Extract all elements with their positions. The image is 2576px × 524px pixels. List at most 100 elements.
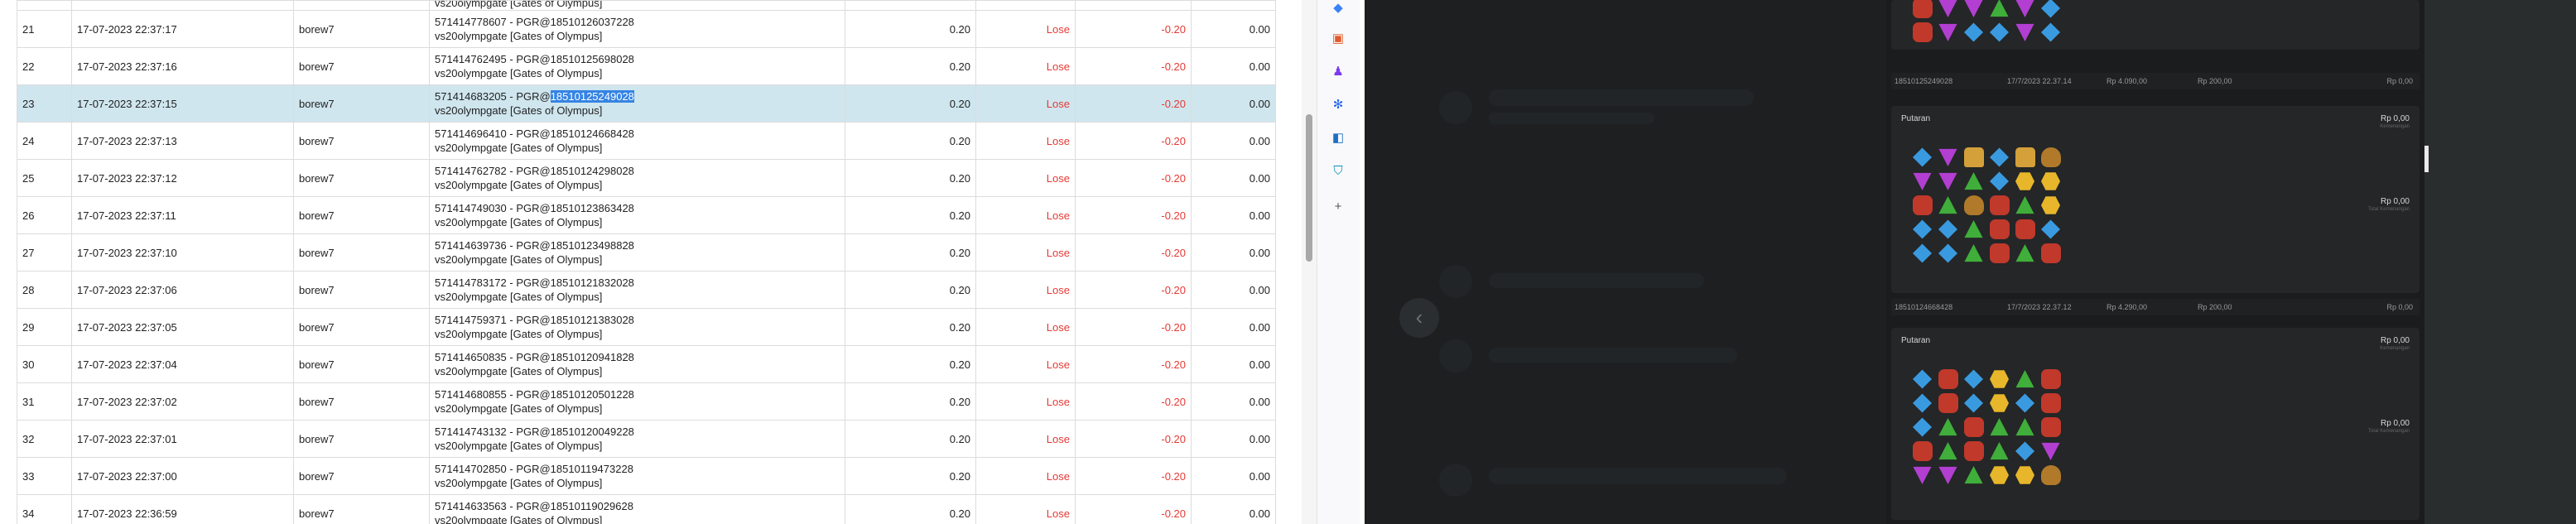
person-icon[interactable]: ♟	[1330, 64, 1346, 80]
history-row[interactable]: 18510124668428 17/7/2023 22.37.12 Rp 4.2…	[1891, 299, 2420, 315]
symbol-cell	[1935, 464, 1961, 488]
table-row[interactable]: 33 17-07-2023 22:37:00 borew7 571414702850 …	[17, 457, 1276, 495]
table-row[interactable]: vs20olympgate [Gates of Olympus]	[17, 0, 1276, 11]
gem-oct-icon	[1938, 369, 1958, 389]
add-icon[interactable]: +	[1330, 199, 1346, 215]
ghost-avatar	[1439, 91, 1472, 124]
table-row[interactable]: 29 17-07-2023 22:37:05 borew7 571414759371 …	[17, 308, 1276, 346]
ghost-line	[1489, 89, 1754, 106]
symbol-cell	[2038, 146, 2063, 170]
gem-hex-icon	[2015, 172, 2035, 190]
game-name: vs20olympgate [Gates of Olympus]	[435, 440, 603, 452]
shopping-icon[interactable]: ⛉	[1330, 163, 1346, 180]
game-name: vs20olympgate [Gates of Olympus]	[435, 0, 603, 10]
symbol-cell	[1986, 392, 2012, 416]
symbol-cell	[1986, 440, 2012, 464]
ghost-line	[1489, 348, 1737, 363]
card-amount-sub: Kemenangan	[2380, 346, 2410, 351]
gem-cup-icon	[2040, 465, 2061, 485]
gem-tri-icon	[2015, 195, 2034, 214]
cell-user: borew7	[293, 271, 430, 309]
table-row[interactable]: 25 17-07-2023 22:37:12 borew7 571414762782 …	[17, 159, 1276, 197]
table-row[interactable]: 26 17-07-2023 22:37:11 borew7 571414749030 …	[17, 196, 1276, 234]
gem-tri-icon	[1938, 417, 1957, 436]
symbol-cell	[1935, 146, 1961, 170]
gem-dia-icon	[1963, 393, 1984, 413]
cell-no	[17, 0, 72, 11]
cell-result: Lose	[975, 345, 1076, 383]
symbol-cell	[1935, 21, 1961, 45]
toolbox-icon[interactable]: ▣	[1330, 31, 1346, 47]
table-scrollbar[interactable]	[1302, 0, 1317, 524]
previous-arrow-icon[interactable]: ‹	[1399, 298, 1439, 338]
cell-bet: 0.20	[845, 494, 976, 524]
symbol-cell	[1961, 464, 1986, 488]
cell-result: Lose	[975, 159, 1076, 197]
round-win: Rp 0,00	[2386, 303, 2413, 311]
gem-vtri-icon	[1913, 466, 1932, 485]
history-row[interactable]: 18510125249028 17/7/2023 22.37.14 Rp 4.0…	[1891, 73, 2420, 89]
cell-date: 17-07-2023 22:37:12	[71, 159, 294, 197]
reference-id: 571414633563 - PGR@18510119029628	[435, 500, 633, 512]
card-total-sub: Total Kemenangan	[2367, 207, 2410, 212]
symbol-cell	[1909, 242, 1935, 266]
cell-bet: 0.20	[845, 308, 976, 346]
gem-dia-icon	[1912, 147, 1933, 167]
symbol-cell	[2012, 416, 2038, 440]
cell-date: 17-07-2023 22:36:59	[71, 494, 294, 524]
gem-tri-icon	[1990, 441, 2009, 460]
cell-date: 17-07-2023 22:37:15	[71, 84, 294, 123]
table-row[interactable]: 24 17-07-2023 22:37:13 borew7 571414696410 …	[17, 122, 1276, 160]
symbol-cell	[1961, 170, 1986, 194]
gem-crn-icon	[2015, 147, 2035, 167]
cell-reference: 571414650835 - PGR@18510120941828 vs20oly…	[429, 345, 845, 383]
cell-no: 32	[17, 420, 72, 458]
table-row[interactable]: 32 17-07-2023 22:37:01 borew7 571414743132 …	[17, 420, 1276, 458]
cell-win	[1075, 0, 1192, 11]
cell-date: 17-07-2023 22:37:06	[71, 271, 294, 309]
card-amount: Rp 0,00	[2380, 336, 2410, 345]
table-row[interactable]: 34 17-07-2023 22:36:59 borew7 571414633563 …	[17, 494, 1276, 524]
game-name: vs20olympgate [Gates of Olympus]	[435, 253, 603, 266]
cell-bet: 0.20	[845, 159, 976, 197]
symbol-cell	[1935, 368, 1961, 392]
reference-id: 571414759371 - PGR@18510121383028	[435, 314, 634, 326]
table-row[interactable]: 23 17-07-2023 22:37:15 borew7 571414683205 …	[17, 84, 1276, 123]
reference-id: 571414743132 - PGR@18510120049228	[435, 425, 634, 438]
game-name: vs20olympgate [Gates of Olympus]	[435, 514, 603, 524]
cell-result: Lose	[975, 196, 1076, 234]
symbol-cell	[1961, 368, 1986, 392]
scrollbar-thumb[interactable]	[1306, 114, 1312, 262]
symbol-cell	[2012, 464, 2038, 488]
gem-oct-icon	[1963, 441, 1984, 461]
cell-user: borew7	[293, 494, 430, 524]
selected-text[interactable]: 18510125249028	[550, 90, 634, 103]
table-row[interactable]: 27 17-07-2023 22:37:10 borew7 571414639736 …	[17, 233, 1276, 272]
gem-vtri-icon	[1938, 23, 1957, 42]
round-date: 17/7/2023 22.37.14	[2007, 77, 2072, 85]
edge-scroll-indicator[interactable]	[2424, 146, 2429, 172]
table-row[interactable]: 30 17-07-2023 22:37:04 borew7 571414650835 …	[17, 345, 1276, 383]
gem-dia-icon	[2015, 393, 2035, 413]
cell-result: Lose	[975, 122, 1076, 160]
outlook-icon[interactable]: ◧	[1330, 130, 1346, 147]
cell-win: -0.20	[1075, 122, 1192, 160]
table-row[interactable]: 31 17-07-2023 22:37:02 borew7 571414680855 …	[17, 382, 1276, 421]
symbol-cell	[1909, 464, 1935, 488]
table-row[interactable]: 28 17-07-2023 22:37:06 borew7 571414783172 …	[17, 271, 1276, 309]
copilot-icon[interactable]: ✻	[1330, 97, 1346, 113]
cell-reference: 571414759371 - PGR@18510121383028 vs20oly…	[429, 308, 845, 346]
gem-dia-icon	[1912, 369, 1933, 389]
card-label: Putaran	[1901, 336, 1931, 345]
cell-no: 30	[17, 345, 72, 383]
gem-hex-icon	[1989, 394, 2010, 412]
game-name: vs20olympgate [Gates of Olympus]	[435, 30, 603, 42]
table-row[interactable]: 21 17-07-2023 22:37:17 borew7 571414778607 …	[17, 10, 1276, 48]
gem-dia-icon	[2040, 0, 2061, 18]
cell-bet: 0.20	[845, 271, 976, 309]
cell-reference: 571414783172 - PGR@18510121832028 vs20oly…	[429, 271, 845, 309]
dimmed-background: ‹	[1365, 0, 1886, 524]
cell-user: borew7	[293, 196, 430, 234]
table-row[interactable]: 22 17-07-2023 22:37:16 borew7 571414762495 …	[17, 47, 1276, 85]
tag-icon[interactable]: ◆	[1330, 0, 1346, 17]
